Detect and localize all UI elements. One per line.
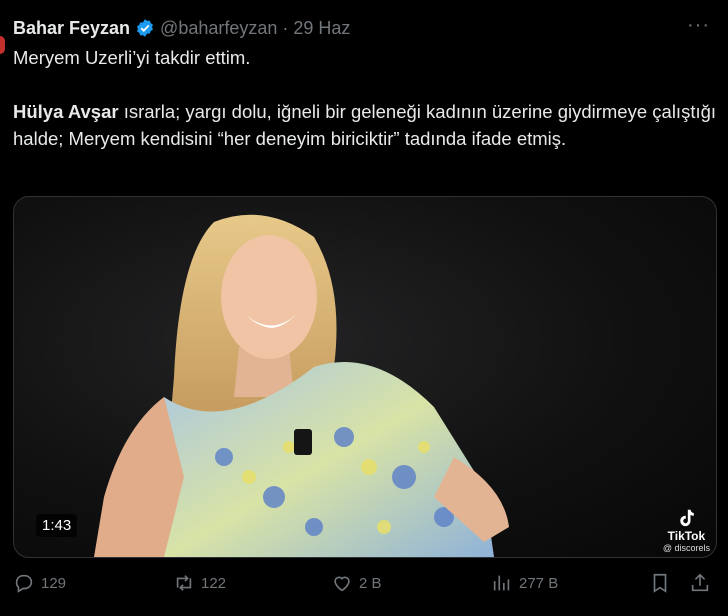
reply-button[interactable]: 129 (13, 572, 66, 594)
views-icon (493, 575, 510, 591)
tweet-date[interactable]: 29 Haz (293, 18, 350, 39)
like-count: 2 B (359, 574, 382, 592)
reply-icon (15, 574, 33, 593)
repost-icon (176, 575, 192, 591)
action-bar: 129 122 2 B 277 B (13, 572, 713, 602)
author-handle[interactable]: @baharfeyzan (160, 18, 277, 39)
repost-button[interactable]: 122 (173, 572, 226, 594)
tweet-text: Meryem Uzerli’yi takdir ettim. Hülya Avş… (13, 44, 718, 152)
bookmark-button[interactable] (649, 572, 677, 594)
tweet-body: ısrarla; yargı dolu, iğneli bir geleneği… (13, 101, 717, 149)
like-icon (334, 576, 350, 592)
tweet-header: Bahar Feyzan @baharfeyzan · 29 Haz (13, 16, 350, 40)
verified-icon[interactable] (135, 18, 155, 38)
like-button[interactable]: 2 B (331, 572, 382, 594)
tiktok-icon (680, 509, 695, 527)
reply-count: 129 (41, 574, 67, 592)
share-icon (691, 573, 709, 592)
separator: · (282, 17, 289, 38)
repost-count: 122 (201, 574, 227, 592)
tweet-line-1: Meryem Uzerli’yi takdir ettim. (13, 47, 251, 68)
tiktok-watermark: TikTok @ discorels (663, 507, 710, 553)
tiktok-brand: TikTok (667, 529, 706, 543)
views-count: 277 B (519, 574, 559, 592)
mention[interactable]: Hülya Avşar (13, 101, 119, 122)
video-player[interactable]: 1:43 TikTok @ discorels (13, 196, 717, 558)
share-button[interactable] (689, 572, 717, 594)
video-frame (94, 214, 509, 557)
tiktok-user: @ discorels (662, 543, 710, 553)
video-duration: 1:43 (36, 514, 78, 537)
bookmark-icon (653, 573, 667, 593)
tweet-paragraph-2: Hülya Avşar ısrarla; yargı dolu, iğneli … (13, 98, 718, 152)
author-name[interactable]: Bahar Feyzan (13, 18, 130, 39)
avatar[interactable] (0, 36, 5, 54)
views-button[interactable]: 277 B (491, 572, 558, 594)
more-icon[interactable]: ··· (687, 14, 710, 37)
